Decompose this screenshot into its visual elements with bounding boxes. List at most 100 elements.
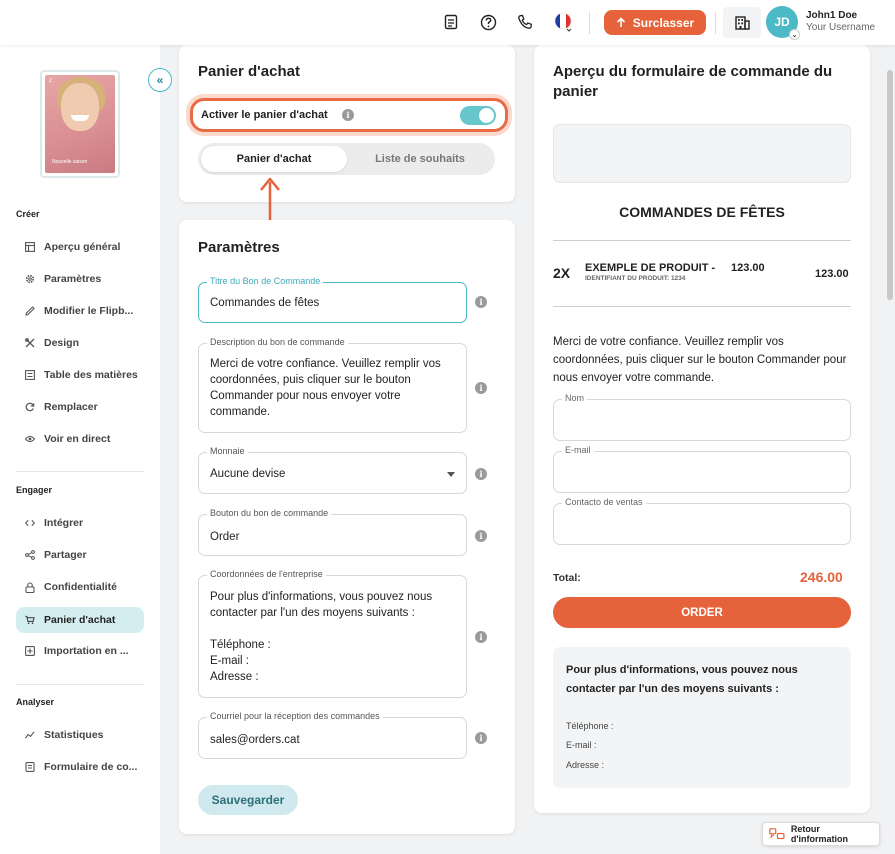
sidebar-item-label: Design — [44, 337, 80, 349]
contact-address: Adresse : — [566, 760, 605, 770]
separator — [589, 12, 590, 34]
product-price: 123.00 — [815, 268, 849, 280]
sidebar-item-label: Modifier le Flipb... — [44, 305, 134, 317]
help-icon[interactable] — [478, 12, 498, 32]
field-label: Monnaie — [207, 446, 248, 456]
sidebar-item-integrer[interactable]: Intégrer — [16, 510, 144, 536]
sidebar-item-label: Confidentialité — [44, 581, 117, 593]
preview-divider — [553, 240, 851, 241]
flipbook-cover[interactable]: Z Nouvelle saison — [40, 70, 120, 178]
orders-email-field[interactable]: Courriel pour la réception des commandes… — [198, 711, 467, 759]
sidebar-item-panier[interactable]: Panier d'achat — [16, 607, 144, 633]
phone-icon[interactable] — [515, 12, 535, 32]
currency-select[interactable]: Monnaie Aucune devise — [198, 446, 467, 494]
sidebar-item-apercu[interactable]: Aperçu général — [16, 234, 144, 260]
preview-order-title: COMMANDES DE FÊTES — [619, 204, 785, 220]
sidebar-item-label: Paramètres — [44, 273, 102, 285]
top-bar: Surclasser JD ⌄ John1 Doe Your Username — [0, 0, 895, 45]
design-tools-icon — [25, 338, 35, 348]
sidebar-item-label: Importation en ... — [44, 645, 129, 657]
avatar-initials: JD — [774, 15, 790, 29]
feedback-button[interactable]: Retour d'information — [762, 822, 880, 846]
feedback-icon — [769, 828, 785, 840]
info-icon[interactable]: i — [475, 530, 487, 542]
contact-email: E-mail : — [566, 740, 597, 750]
info-icon[interactable]: i — [475, 468, 487, 480]
sidebar-item-remplacer[interactable]: Remplacer — [16, 394, 144, 420]
upgrade-button[interactable]: Surclasser — [604, 10, 706, 35]
form-icon — [25, 762, 35, 772]
scrollbar[interactable] — [887, 70, 893, 300]
tab-panier[interactable]: Panier d'achat — [201, 146, 347, 172]
lock-icon — [25, 581, 35, 593]
sidebar-item-design[interactable]: Design — [16, 330, 144, 356]
field-label: Bouton du bon de commande — [207, 508, 332, 518]
save-button[interactable]: Sauvegarder — [198, 785, 298, 815]
sidebar-item-parametres[interactable]: Paramètres — [16, 266, 144, 292]
company-details-field[interactable]: Coordonnées de l'entreprise Pour plus d'… — [198, 569, 467, 698]
total-label: Total: — [553, 572, 581, 584]
sidebar-item-partager[interactable]: Partager — [16, 542, 144, 568]
avatar[interactable]: JD ⌄ — [766, 6, 800, 40]
eye-icon — [25, 434, 35, 444]
tab-souhaits[interactable]: Liste de souhaits — [348, 146, 492, 172]
user-name: John1 Doe — [806, 10, 858, 21]
french-flag-icon[interactable] — [553, 12, 573, 32]
field-value: Merci de votre confiance. Veuillez rempl… — [210, 358, 441, 418]
separator — [715, 12, 716, 34]
sidebar-item-label: Partager — [44, 549, 87, 561]
upgrade-label: Surclasser — [632, 15, 695, 30]
field-label: Courriel pour la réception des commandes — [207, 711, 383, 721]
contact-phone: Téléphone : — [566, 721, 614, 731]
order-title-field[interactable]: Titre du Bon de Commande Commandes de fê… — [198, 276, 467, 323]
field-value: Aucune devise — [210, 468, 286, 480]
code-icon — [25, 518, 35, 528]
share-icon — [25, 550, 35, 560]
sidebar-item-voir[interactable]: Voir en direct — [16, 426, 144, 452]
document-icon[interactable] — [441, 12, 461, 32]
field-label: Contacto de ventas — [562, 497, 646, 507]
sidebar-item-table[interactable]: Table des matières — [16, 362, 144, 388]
order-button-field[interactable]: Bouton du bon de commande Order — [198, 508, 467, 556]
cart-title: Panier d'achat — [198, 63, 300, 80]
info-icon[interactable]: i — [475, 382, 487, 394]
info-icon[interactable]: i — [475, 631, 487, 643]
enable-cart-label: Activer le panier d'achat — [201, 109, 328, 121]
product-name: EXEMPLE DE PRODUIT - — [585, 262, 716, 274]
preview-contact-input[interactable]: Contacto de ventas — [553, 497, 851, 545]
cover-text: Nouvelle saison — [52, 159, 88, 165]
info-icon[interactable]: i — [475, 732, 487, 744]
section-title-creer: Créer — [16, 209, 40, 219]
refresh-icon — [25, 402, 35, 412]
double-chevron-left-icon: « — [156, 73, 164, 87]
toggle-knob — [479, 108, 494, 123]
field-value: Order — [210, 531, 240, 543]
sidebar-item-label: Panier d'achat — [44, 614, 116, 626]
preview-email-input[interactable]: E-mail — [553, 445, 851, 493]
building-icon[interactable] — [723, 7, 761, 38]
sidebar-item-confidentialite[interactable]: Confidentialité — [16, 574, 144, 600]
preview-divider — [553, 306, 851, 307]
sidebar-item-label: Intégrer — [44, 517, 84, 529]
preview-name-input[interactable]: Nom — [553, 393, 851, 441]
sidebar-item-statistiques[interactable]: Statistiques — [16, 722, 144, 748]
product-id: IDENTIFIANT DU PRODUIT: 1234 — [585, 275, 686, 282]
sidebar-item-modifier[interactable]: Modifier le Flipb... — [16, 298, 144, 324]
order-button[interactable]: ORDER — [553, 597, 851, 628]
product-unit-price: 123.00 — [731, 262, 765, 274]
description-field[interactable]: Description du bon de commande Merci de … — [198, 337, 467, 433]
collapse-sidebar-button[interactable]: « — [148, 68, 172, 92]
feedback-label: Retour d'information — [790, 824, 849, 844]
sidebar-item-label: Voir en direct — [44, 433, 111, 445]
user-username: Your Username — [806, 22, 876, 33]
info-icon[interactable]: i — [475, 296, 487, 308]
enable-cart-toggle[interactable] — [460, 106, 496, 125]
enable-cart-row: Activer le panier d'achat i — [190, 98, 508, 132]
import-icon — [25, 646, 35, 656]
sidebar-item-importation[interactable]: Importation en ... — [16, 638, 144, 664]
arrow-up-icon — [616, 17, 625, 27]
sidebar-item-formulaire[interactable]: Formulaire de co... — [16, 754, 144, 780]
cart-mode-tabs: Panier d'achat Liste de souhaits — [198, 143, 495, 175]
preview-title: Aperçu du formulaire de commande du pani… — [553, 63, 833, 100]
info-icon[interactable]: i — [342, 109, 354, 121]
